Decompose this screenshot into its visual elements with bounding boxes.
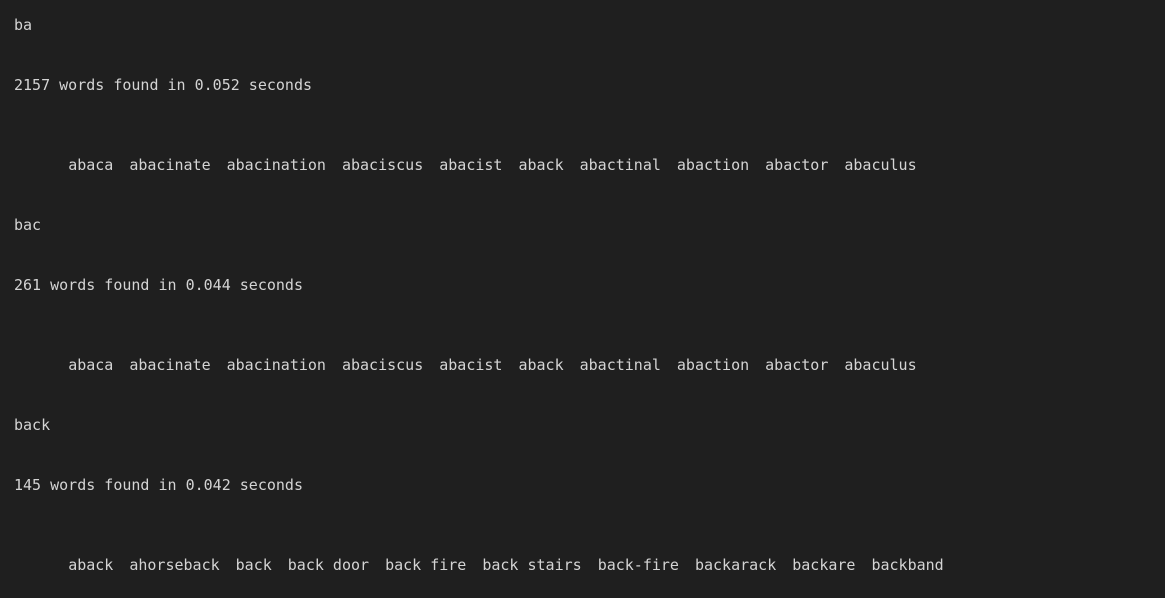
word-item: back stairs (482, 556, 582, 574)
word-list: abaca abacinate abacination abaciscus abacis… (14, 335, 933, 374)
terminal-output: ba 2157 words found in 0.052 seconds aba… (14, 0, 1154, 598)
word-item: backband (871, 556, 944, 574)
query-text: ba (14, 16, 33, 34)
word-item: abaction (676, 156, 750, 174)
word-item: backare (792, 556, 856, 574)
word-item: aback (518, 156, 564, 174)
word-item: ahorseback (129, 556, 220, 574)
search-result-block: back 145 words found in 0.042 seconds ab… (14, 400, 1154, 598)
result-summary: 145 words found in 0.042 seconds (14, 476, 303, 494)
word-item: abacinate (129, 356, 211, 374)
word-item: abaciscus (341, 156, 424, 174)
word-item: abacinate (129, 156, 211, 174)
word-item: abacist (439, 156, 503, 174)
word-list: aback ahorseback back back door back fire bac… (14, 535, 960, 574)
word-item: back (235, 556, 272, 574)
search-result-block: bac 261 words found in 0.044 seconds aba… (14, 200, 1154, 400)
word-item: abaculus (844, 156, 917, 174)
word-item: abactor (765, 356, 829, 374)
word-item: abaciscus (341, 356, 424, 374)
word-item: abactinal (579, 156, 661, 174)
word-item: back door (287, 556, 370, 574)
word-item: abaca (68, 356, 114, 374)
word-item: abacination (226, 356, 326, 374)
word-item: abactor (765, 156, 829, 174)
word-item: abacination (226, 156, 326, 174)
word-item: abaculus (844, 356, 917, 374)
result-summary: 261 words found in 0.044 seconds (14, 276, 303, 294)
word-item: abacist (439, 356, 503, 374)
word-item: back-fire (597, 556, 679, 574)
word-item: abaction (676, 356, 750, 374)
word-item: backarack (694, 556, 777, 574)
word-list: abaca abacinate abacination abaciscus abacis… (14, 135, 933, 174)
result-summary: 2157 words found in 0.052 seconds (14, 76, 313, 94)
search-result-block: ba 2157 words found in 0.052 seconds aba… (14, 0, 1154, 200)
query-text: back (14, 416, 51, 434)
word-item: aback (68, 556, 114, 574)
word-item: abactinal (579, 356, 661, 374)
query-text: bac (14, 216, 42, 234)
word-item: aback (518, 356, 564, 374)
word-item: back fire (385, 556, 467, 574)
word-item: abaca (68, 156, 114, 174)
